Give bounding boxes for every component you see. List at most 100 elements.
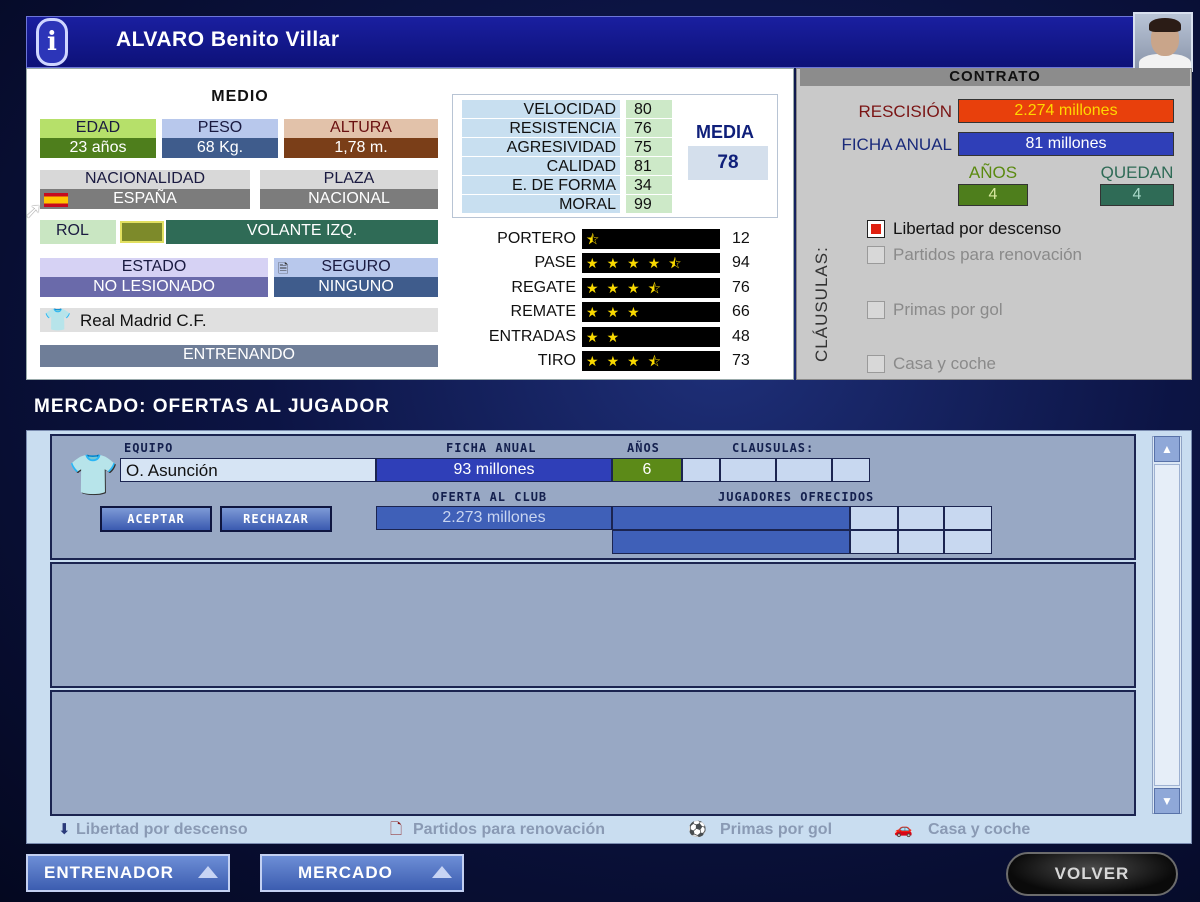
age-label: EDAD (40, 119, 156, 138)
offered-player-slot (612, 506, 850, 530)
skill-value: 73 (732, 352, 750, 369)
legend-goal-bonus: Primas por gol (720, 821, 833, 838)
team-header: EQUIPO (124, 441, 174, 455)
star-icon: ★ (627, 304, 640, 321)
weight-label: PESO (162, 119, 278, 138)
skill-value: 76 (732, 278, 750, 296)
clause-checkbox[interactable] (867, 355, 885, 373)
years-value: 4 (958, 184, 1028, 206)
clause-slot (720, 458, 776, 482)
skill-name: PASE (534, 254, 577, 272)
attribute-name: MORAL (462, 195, 620, 213)
half-star-icon: ⯪ (668, 255, 682, 272)
market-menu-label: MERCADO (298, 863, 393, 882)
skill-value: 48 (732, 327, 750, 345)
attribute-name: RESISTENCIA (462, 119, 620, 137)
market-title: MERCADO: OFERTAS AL JUGADOR (34, 396, 390, 417)
star-icon: ★ (586, 328, 599, 345)
remaining-value: 4 (1100, 184, 1174, 206)
clauses-header: CLAUSULAS: (732, 441, 815, 455)
attribute-value: 80 (626, 100, 672, 118)
reject-button[interactable]: RECHAZAR (220, 506, 332, 532)
scroll-up-button[interactable]: ▲ (1154, 436, 1180, 462)
ball-icon: ⚽ (688, 821, 707, 838)
info-icon[interactable]: i (36, 18, 68, 66)
clause-label: Partidos para renovación (893, 245, 1083, 264)
age-value: 23 años (40, 138, 156, 158)
rescission-value: 2.274 millones (958, 99, 1174, 123)
players-offered-header: JUGADORES OFRECIDOS (718, 490, 875, 504)
clause-checkbox[interactable] (867, 220, 885, 238)
years-header: AÑOS (627, 441, 660, 455)
attribute-value: 76 (626, 119, 672, 137)
insurance-value: NINGUNO (274, 277, 438, 297)
coach-menu-button[interactable]: ENTRENADOR (26, 854, 230, 892)
coach-menu-label: ENTRENADOR (44, 863, 174, 882)
clause-label: Libertad por descenso (893, 219, 1062, 238)
star-icon: ★ (627, 353, 640, 369)
attribute-value: 34 (626, 176, 672, 194)
club-offer-header: OFERTA AL CLUB (432, 490, 548, 504)
clauses-label: CLÁUSULAS: (812, 246, 831, 362)
attribute-name: CALIDAD (462, 157, 620, 175)
document-icon: 🗋 (390, 821, 403, 838)
skill-star-bar: ⯪ (582, 229, 720, 249)
offer-slot-empty[interactable] (50, 690, 1136, 816)
offered-player-slot (612, 530, 850, 554)
media-label: MEDIA (696, 122, 754, 142)
skill-value: 12 (732, 230, 750, 247)
offered-player-slot (944, 506, 992, 530)
offered-player-slot (898, 506, 944, 530)
place-value: NACIONAL (260, 189, 438, 209)
salary-header: FICHA ANUAL (446, 441, 537, 455)
accept-button[interactable]: ACEPTAR (100, 506, 212, 532)
half-star-icon: ⯪ (647, 279, 661, 296)
half-star-icon: ⯪ (586, 231, 600, 247)
nationality-label: NACIONALIDAD (40, 170, 250, 189)
scroll-down-button[interactable]: ▼ (1154, 788, 1180, 814)
half-star-icon: ⯪ (647, 353, 661, 369)
skill-name: PORTERO (497, 230, 576, 247)
star-icon: ★ (586, 353, 599, 369)
offer-slot-empty[interactable] (50, 562, 1136, 688)
player-name: ALVARO Benito Villar (116, 28, 340, 51)
skill-name: TIRO (537, 352, 576, 369)
attribute-value: 99 (626, 195, 672, 213)
scroll-thumb[interactable] (1154, 464, 1180, 786)
clause-label: Primas por gol (893, 300, 1003, 319)
legend-renewal: Partidos para renovación (413, 821, 606, 838)
skill-name: REMATE (510, 303, 576, 321)
rescission-label: RESCISIÓN (858, 102, 952, 121)
activity-status: ENTRENANDO (40, 345, 438, 367)
skill-star-bar: ★ ★ ★ ⯪ (582, 351, 720, 371)
star-icon: ★ (606, 304, 620, 321)
market-menu-button[interactable]: MERCADO (260, 854, 464, 892)
skill-star-bar: ★ ★ ★ ★ ⯪ (582, 253, 720, 274)
clause-checkbox[interactable] (867, 301, 885, 319)
attribute-name: AGRESIVIDAD (462, 138, 620, 156)
back-button[interactable]: VOLVER (1006, 852, 1178, 896)
offered-player-slot (898, 530, 944, 554)
clause-checkbox[interactable] (867, 246, 885, 264)
star-icon: ★ (606, 328, 620, 345)
weight-value: 68 Kg. (162, 138, 278, 158)
attribute-name: VELOCIDAD (462, 100, 620, 118)
clause-slot (682, 458, 720, 482)
salary-value: 81 millones (958, 132, 1174, 156)
offered-player-slot (850, 506, 898, 530)
skill-value: 94 (732, 254, 750, 272)
contract-title: CONTRATO (949, 68, 1041, 85)
role-value: VOLANTE IZQ. (166, 220, 438, 244)
status-value: NO LESIONADO (40, 277, 268, 297)
clause-slot (832, 458, 870, 482)
arrow-down-icon: ⬇ (58, 821, 71, 838)
star-icon: ★ (647, 255, 661, 272)
pitch-icon (120, 221, 164, 243)
legend-house-car: Casa y coche (928, 821, 1031, 838)
car-icon: 🚗 (894, 821, 913, 838)
star-icon: ★ (627, 279, 640, 296)
remaining-label: QUEDAN (1100, 163, 1174, 182)
star-icon: ★ (586, 279, 599, 296)
height-label: ALTURA (284, 119, 438, 138)
spain-flag-icon (44, 193, 68, 207)
